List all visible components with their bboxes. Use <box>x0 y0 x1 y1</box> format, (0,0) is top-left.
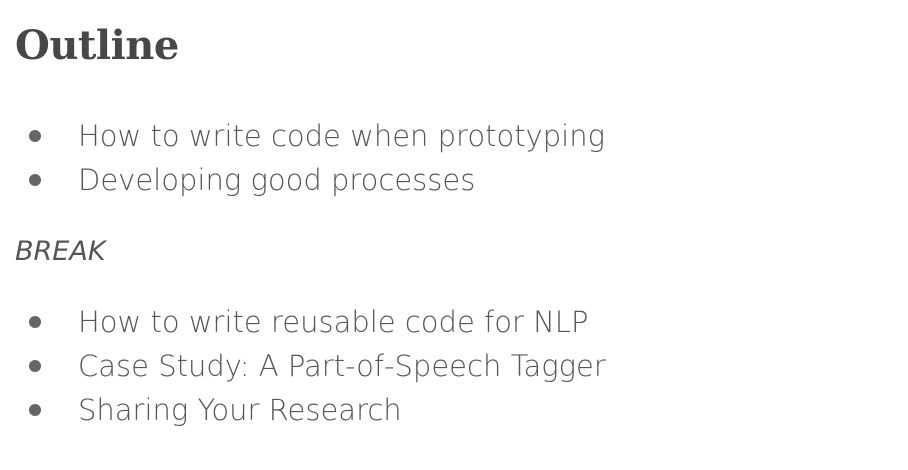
list-item: Case Study: A Part-of-Speech Tagger <box>0 344 908 388</box>
bullet-icon <box>29 174 41 186</box>
list-item: Sharing Your Research <box>0 388 908 432</box>
bullet-icon <box>29 130 41 142</box>
list-item: Developing good processes <box>0 158 908 202</box>
break-label: BREAK <box>15 236 106 267</box>
list-item-text: How to write reusable code for NLP <box>78 305 589 339</box>
list-item: How to write reusable code for NLP <box>0 300 908 344</box>
list-item-text: How to write code when prototyping <box>78 119 605 153</box>
bullet-icon <box>29 316 41 328</box>
bullet-icon <box>29 404 41 416</box>
list-item-text: Developing good processes <box>78 163 476 197</box>
slide-title: Outline <box>15 22 179 69</box>
list-item: How to write code when prototyping <box>0 114 908 158</box>
list-item-text: Case Study: A Part-of-Speech Tagger <box>78 349 606 383</box>
bullet-icon <box>29 360 41 372</box>
list-item-text: Sharing Your Research <box>78 393 402 427</box>
